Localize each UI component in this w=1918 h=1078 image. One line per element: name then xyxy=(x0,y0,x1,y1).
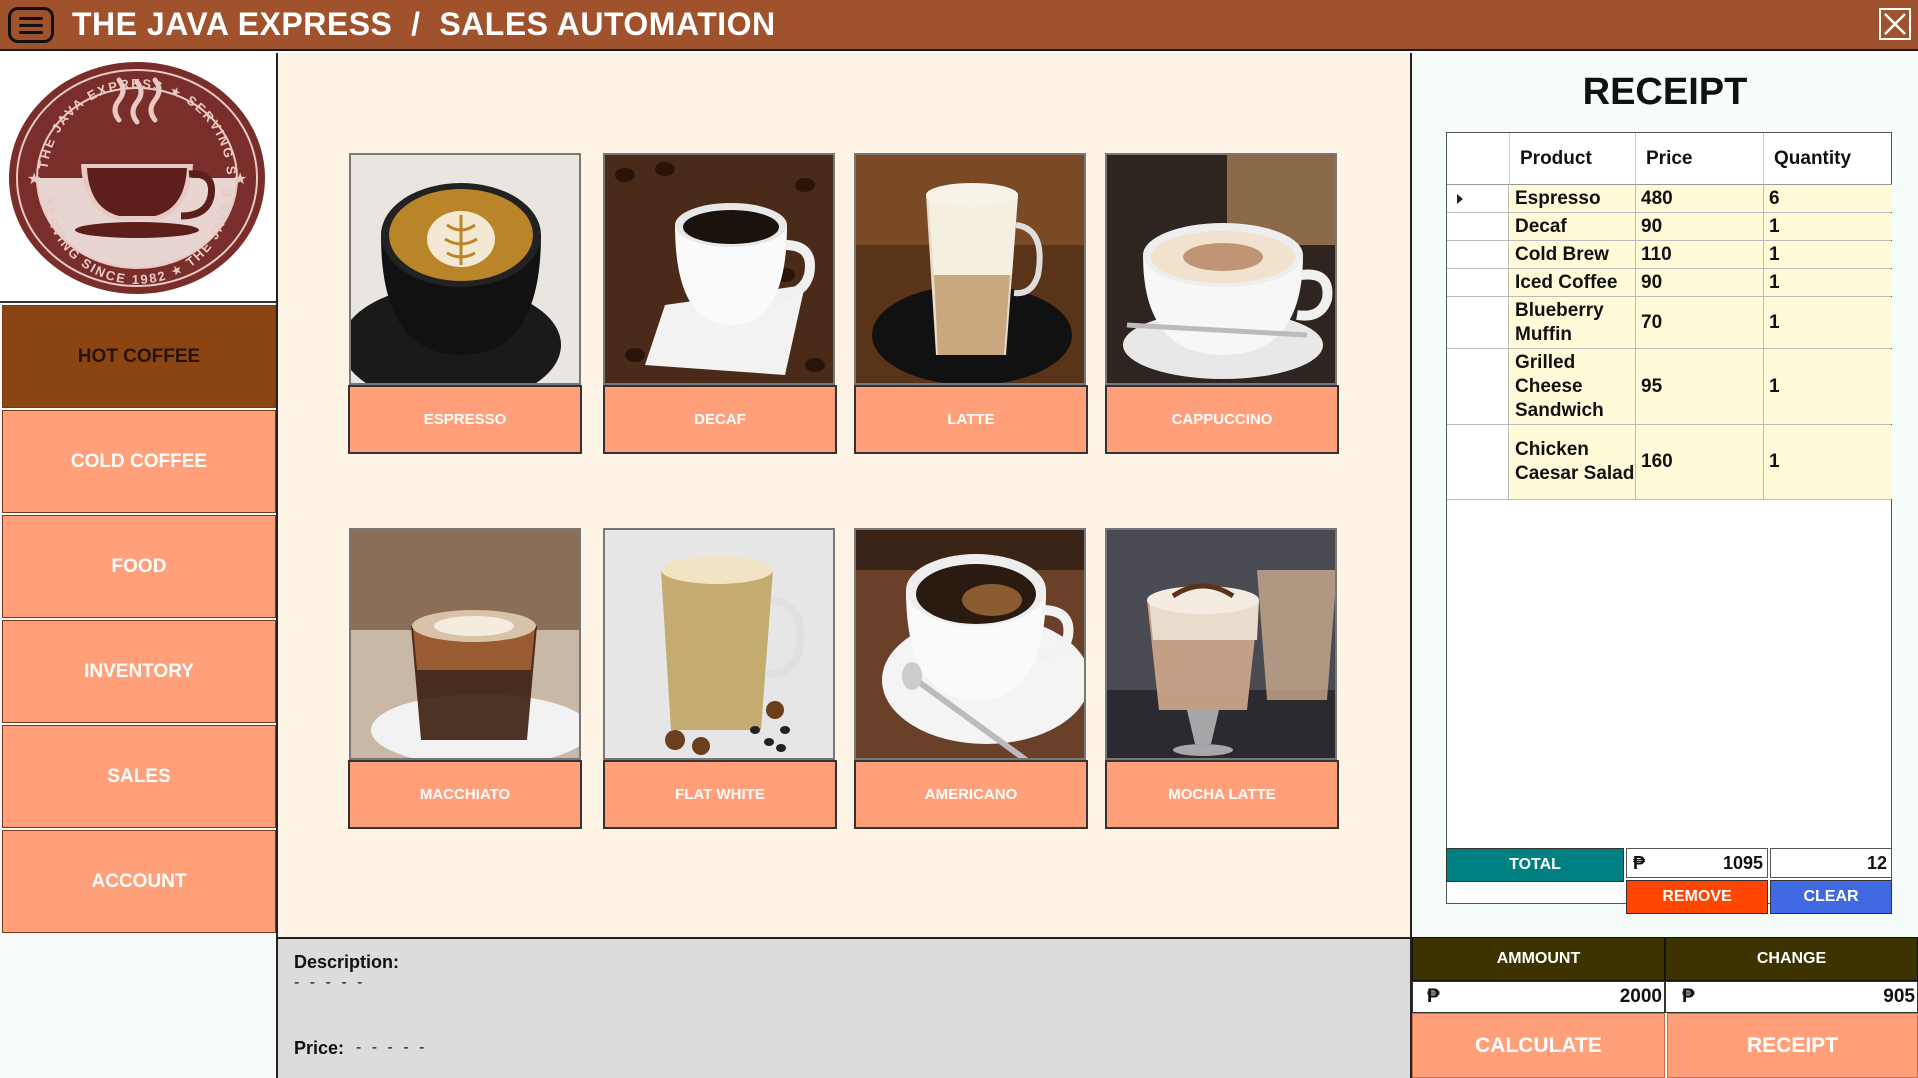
latte-image[interactable] xyxy=(854,153,1086,385)
row-quantity: 1 xyxy=(1764,241,1892,268)
total-quantity-value: 12 xyxy=(1866,853,1887,873)
product-macchiato-button[interactable]: MACCHIATO xyxy=(348,760,582,829)
macchiato-image[interactable] xyxy=(349,528,581,760)
nav-account[interactable]: ACCOUNT xyxy=(2,830,276,933)
nav-food[interactable]: FOOD xyxy=(2,515,276,618)
remove-button[interactable]: REMOVE xyxy=(1626,880,1768,914)
amount-header: AMMOUNT xyxy=(1412,937,1665,981)
product-cappuccino-button[interactable]: CAPPUCCINO xyxy=(1105,385,1339,454)
row-price: 90 xyxy=(1636,213,1764,240)
change-field: ₱ 905 xyxy=(1665,981,1918,1013)
row-price: 70 xyxy=(1636,297,1764,348)
row-quantity: 1 xyxy=(1764,213,1892,240)
mocha-latte-image[interactable] xyxy=(1105,528,1337,760)
calculate-button[interactable]: CALCULATE xyxy=(1412,1013,1665,1078)
app-title: THE JAVA EXPRESS / SALES AUTOMATION xyxy=(72,6,776,42)
americano-image[interactable] xyxy=(854,528,1086,760)
logo-area: THE JAVA EXPRESS ★ SERVING SINCE 1982 SE… xyxy=(0,53,276,303)
sidebar: THE JAVA EXPRESS ★ SERVING SINCE 1982 SE… xyxy=(0,53,278,1078)
menu-icon[interactable] xyxy=(8,7,54,43)
print-receipt-button[interactable]: RECEIPT xyxy=(1667,1013,1918,1078)
espresso-image[interactable] xyxy=(349,153,581,385)
row-price: 160 xyxy=(1636,425,1764,499)
description-value: - - - - - xyxy=(294,974,366,991)
row-product: Cold Brew xyxy=(1510,241,1636,268)
row-price: 480 xyxy=(1636,185,1764,212)
row-quantity: 6 xyxy=(1764,185,1892,212)
coffee-cup-logo: THE JAVA EXPRESS ★ SERVING SINCE 1982 SE… xyxy=(7,60,265,294)
table-row[interactable]: Grilled Cheese Sandwich 95 1 xyxy=(1447,349,1892,425)
table-row[interactable]: Decaf 90 1 xyxy=(1447,213,1892,241)
decaf-image[interactable] xyxy=(603,153,835,385)
row-quantity: 1 xyxy=(1764,425,1892,499)
row-product: Decaf xyxy=(1510,213,1636,240)
product-decaf-button[interactable]: DECAF xyxy=(603,385,837,454)
product-americano-button[interactable]: AMERICANO xyxy=(854,760,1088,829)
price-value: - - - - - xyxy=(356,1039,428,1056)
row-product: Espresso xyxy=(1510,185,1636,212)
row-quantity: 1 xyxy=(1764,349,1892,424)
table-row[interactable]: Espresso 480 6 xyxy=(1447,185,1892,213)
product-flat-white-button[interactable]: FLAT WHITE xyxy=(603,760,837,829)
nav-cold-coffee[interactable]: COLD COFFEE xyxy=(2,410,276,513)
row-price: 95 xyxy=(1636,349,1764,424)
description-label: Description: xyxy=(294,952,400,972)
total-price-value: 1095 xyxy=(1722,853,1763,873)
peso-sign: ₱ xyxy=(1682,986,1695,1007)
cappuccino-image[interactable] xyxy=(1105,153,1337,385)
svg-text:★: ★ xyxy=(27,171,41,188)
close-icon[interactable] xyxy=(1879,8,1911,40)
grid-header-selector xyxy=(1447,133,1510,185)
receipt-panel: RECEIPT Product Price Quantity Espresso … xyxy=(1412,53,1918,937)
amount-value: 2000 xyxy=(1619,986,1662,1007)
column-header-quantity[interactable]: Quantity xyxy=(1764,133,1892,185)
price-label: Price: xyxy=(294,1038,345,1058)
row-product: Grilled Cheese Sandwich xyxy=(1510,349,1636,424)
description-panel: Description: - - - - - Price: - - - - - xyxy=(278,937,1412,1078)
column-header-product[interactable]: Product xyxy=(1510,133,1636,185)
row-product: Iced Coffee xyxy=(1510,269,1636,296)
row-product: Chicken Caesar Salad xyxy=(1510,425,1636,499)
change-header: CHANGE xyxy=(1665,937,1918,981)
row-price: 110 xyxy=(1636,241,1764,268)
table-row[interactable]: Blueberry Muffin 70 1 xyxy=(1447,297,1892,349)
nav-sales[interactable]: SALES xyxy=(2,725,276,828)
product-mocha-latte-button[interactable]: MOCHA LATTE xyxy=(1105,760,1339,829)
row-price: 90 xyxy=(1636,269,1764,296)
title-bar: THE JAVA EXPRESS / SALES AUTOMATION xyxy=(0,0,1918,51)
nav-hot-coffee[interactable]: HOT COFFEE xyxy=(2,305,276,408)
svg-text:★: ★ xyxy=(233,171,247,188)
row-quantity: 1 xyxy=(1764,297,1892,348)
product-espresso-button[interactable]: ESPRESSO xyxy=(348,385,582,454)
receipt-title: RECEIPT xyxy=(1582,71,1748,113)
table-row[interactable]: Chicken Caesar Salad 160 1 xyxy=(1447,425,1892,500)
product-panel: ESPRESSO DECAF LATTE CAPPUCCINO MACCHIAT… xyxy=(278,53,1412,937)
clear-button[interactable]: CLEAR xyxy=(1770,880,1892,914)
total-label: TOTAL xyxy=(1446,848,1624,882)
change-value: 905 xyxy=(1883,986,1915,1007)
row-quantity: 1 xyxy=(1764,269,1892,296)
product-latte-button[interactable]: LATTE xyxy=(854,385,1088,454)
nav-inventory[interactable]: INVENTORY xyxy=(2,620,276,723)
total-quantity-field: 12 xyxy=(1770,848,1892,878)
peso-sign: ₱ xyxy=(1427,986,1440,1007)
table-row[interactable]: Cold Brew 110 1 xyxy=(1447,241,1892,269)
receipt-grid: Product Price Quantity Espresso 480 6 De… xyxy=(1446,132,1892,904)
total-price-field: ₱ 1095 xyxy=(1626,848,1768,878)
row-product: Blueberry Muffin xyxy=(1510,297,1636,348)
flat-white-image[interactable] xyxy=(603,528,835,760)
table-row[interactable]: Iced Coffee 90 1 xyxy=(1447,269,1892,297)
amount-input[interactable]: ₱ 2000 xyxy=(1412,981,1665,1013)
column-header-price[interactable]: Price xyxy=(1636,133,1764,185)
peso-sign: ₱ xyxy=(1633,853,1646,873)
